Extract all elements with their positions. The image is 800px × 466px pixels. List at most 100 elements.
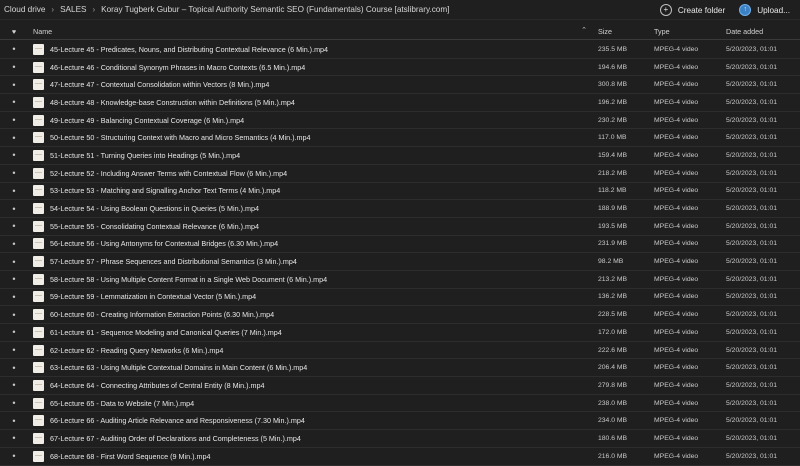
upload-button[interactable]: ↑ Upload... bbox=[739, 4, 790, 16]
create-folder-button[interactable]: + Create folder bbox=[659, 4, 725, 16]
table-row[interactable]: • 48-Lecture 48 - Knowledge-base Construc… bbox=[0, 94, 800, 112]
date-added: 5/20/2023, 01:01 bbox=[726, 364, 778, 372]
file-name-cell[interactable]: 45-Lecture 45 - Predicates, Nouns, and D… bbox=[28, 43, 598, 55]
date-added: 5/20/2023, 01:01 bbox=[726, 45, 778, 53]
file-name-cell[interactable]: 56-Lecture 56 - Using Antonyms for Conte… bbox=[28, 238, 598, 250]
table-row[interactable]: • 64-Lecture 64 - Connecting Attributes o… bbox=[0, 377, 800, 395]
table-row[interactable]: • 66-Lecture 66 - Auditing Article Releva… bbox=[0, 412, 800, 431]
sort-ascending-icon[interactable]: ⌃ bbox=[581, 26, 587, 34]
table-row[interactable]: • 53-Lecture 53 - Matching and Signalling… bbox=[0, 183, 800, 201]
file-name-cell[interactable]: 57-Lecture 57 - Phrase Sequences and Dis… bbox=[28, 256, 598, 268]
table-row[interactable]: • 56-Lecture 56 - Using Antonyms for Cont… bbox=[0, 236, 800, 254]
file-name: 53-Lecture 53 - Matching and Signalling … bbox=[50, 186, 281, 196]
file-type: MPEG-4 video bbox=[654, 169, 699, 177]
file-type: MPEG-4 video bbox=[654, 134, 699, 142]
table-row[interactable]: • 67-Lecture 67 - Auditing Order of Decla… bbox=[0, 430, 800, 448]
file-size: 194.6 MB bbox=[598, 63, 628, 71]
file-name-cell[interactable]: 54-Lecture 54 - Using Boolean Questions … bbox=[28, 203, 598, 215]
size-column-header[interactable]: Size bbox=[598, 27, 654, 36]
file-name-cell[interactable]: 46-Lecture 46 - Conditional Synonym Phra… bbox=[28, 61, 598, 73]
file-size: 213.2 MB bbox=[598, 275, 628, 283]
file-list: • 45-Lecture 45 - Predicates, Nouns, and … bbox=[0, 41, 800, 466]
breadcrumb-sales[interactable]: SALES bbox=[60, 5, 86, 14]
row-status-dot-icon: • bbox=[12, 291, 16, 302]
file-name-cell[interactable]: 48-Lecture 48 - Knowledge-base Construct… bbox=[28, 96, 598, 108]
table-row[interactable]: • 62-Lecture 62 - Reading Query Networks … bbox=[0, 342, 800, 360]
date-added-column-header[interactable]: Date added bbox=[726, 27, 800, 36]
file-size: 196.2 MB bbox=[598, 98, 628, 106]
file-name-cell[interactable]: 64-Lecture 64 - Connecting Attributes of… bbox=[28, 379, 598, 391]
table-row[interactable]: • 61-Lecture 61 - Sequence Modeling and C… bbox=[0, 324, 800, 342]
date-added: 5/20/2023, 01:01 bbox=[726, 151, 778, 159]
table-row[interactable]: • 68-Lecture 68 - First Word Sequence (9 … bbox=[0, 448, 800, 466]
file-name-cell[interactable]: 55-Lecture 55 - Consolidating Contextual… bbox=[28, 220, 598, 232]
file-size: 172.0 MB bbox=[598, 328, 628, 336]
date-added: 5/20/2023, 01:01 bbox=[726, 222, 778, 230]
table-row[interactable]: • 45-Lecture 45 - Predicates, Nouns, and … bbox=[0, 41, 800, 59]
table-row[interactable]: • 54-Lecture 54 - Using Boolean Questions… bbox=[0, 200, 800, 218]
table-row[interactable]: • 59-Lecture 59 - Lemmatization in Contex… bbox=[0, 289, 800, 307]
row-status-dot-icon: • bbox=[12, 327, 16, 338]
file-name-cell[interactable]: 65-Lecture 65 - Data to Website (7 Min.)… bbox=[28, 397, 598, 409]
table-row[interactable]: • 49-Lecture 49 - Balancing Contextual Co… bbox=[0, 112, 800, 130]
date-added: 5/20/2023, 01:01 bbox=[726, 187, 778, 195]
table-row[interactable]: • 46-Lecture 46 - Conditional Synonym Phr… bbox=[0, 59, 800, 77]
file-size: 136.2 MB bbox=[598, 293, 628, 301]
file-name-cell[interactable]: 53-Lecture 53 - Matching and Signalling … bbox=[28, 185, 598, 197]
file-name-cell[interactable]: 67-Lecture 67 - Auditing Order of Declar… bbox=[28, 432, 598, 444]
video-thumbnail-icon bbox=[33, 415, 44, 427]
date-added: 5/20/2023, 01:01 bbox=[726, 169, 778, 177]
table-row[interactable]: • 57-Lecture 57 - Phrase Sequences and Di… bbox=[0, 253, 800, 271]
file-name-cell[interactable]: 59-Lecture 59 - Lemmatization in Context… bbox=[28, 291, 598, 303]
table-row[interactable]: • 58-Lecture 58 - Using Multiple Content … bbox=[0, 271, 800, 289]
date-added: 5/20/2023, 01:01 bbox=[726, 258, 778, 266]
date-added: 5/20/2023, 01:01 bbox=[726, 346, 778, 354]
breadcrumb-cloud-drive[interactable]: Cloud drive bbox=[4, 5, 45, 14]
table-row[interactable]: • 63-Lecture 63 - Using Multiple Contextu… bbox=[0, 359, 800, 378]
table-row[interactable]: • 60-Lecture 60 - Creating Information Ex… bbox=[0, 306, 800, 324]
file-name-cell[interactable]: 50-Lecture 50 - Structuring Context with… bbox=[28, 132, 598, 144]
file-type: MPEG-4 video bbox=[654, 222, 699, 230]
file-name-cell[interactable]: 51-Lecture 51 - Turning Queries into Hea… bbox=[28, 149, 598, 161]
file-name-cell[interactable]: 61-Lecture 61 - Sequence Modeling and Ca… bbox=[28, 326, 598, 338]
video-thumbnail-icon bbox=[33, 432, 44, 444]
table-row[interactable]: • 50-Lecture 50 - Structuring Context wit… bbox=[0, 129, 800, 148]
file-type: MPEG-4 video bbox=[654, 381, 699, 389]
table-row[interactable]: • 47-Lecture 47 - Contextual Consolidatio… bbox=[0, 76, 800, 95]
video-thumbnail-icon bbox=[33, 185, 44, 197]
row-status-dot-icon: • bbox=[12, 345, 16, 356]
file-name-cell[interactable]: 60-Lecture 60 - Creating Information Ext… bbox=[28, 309, 598, 321]
video-thumbnail-icon bbox=[33, 132, 44, 144]
file-name-cell[interactable]: 63-Lecture 63 - Using Multiple Contextua… bbox=[28, 362, 598, 374]
name-column-header[interactable]: Name ⌃ bbox=[28, 27, 598, 36]
favorite-column-icon[interactable]: ♥ bbox=[0, 27, 28, 36]
row-status-dot-icon: • bbox=[12, 380, 16, 391]
file-name-cell[interactable]: 47-Lecture 47 - Contextual Consolidation… bbox=[28, 79, 598, 91]
row-status-dot-icon: • bbox=[12, 362, 16, 373]
file-name-cell[interactable]: 58-Lecture 58 - Using Multiple Content F… bbox=[28, 273, 598, 285]
video-thumbnail-icon bbox=[33, 149, 44, 161]
row-status-dot-icon: • bbox=[12, 185, 16, 196]
file-name-cell[interactable]: 49-Lecture 49 - Balancing Contextual Cov… bbox=[28, 114, 598, 126]
file-name-cell[interactable]: 52-Lecture 52 - Including Answer Terms w… bbox=[28, 167, 598, 179]
table-row[interactable]: • 51-Lecture 51 - Turning Queries into He… bbox=[0, 147, 800, 165]
video-thumbnail-icon bbox=[33, 379, 44, 391]
file-name-cell[interactable]: 62-Lecture 62 - Reading Query Networks (… bbox=[28, 344, 598, 356]
file-name: 47-Lecture 47 - Contextual Consolidation… bbox=[50, 80, 270, 90]
video-thumbnail-icon bbox=[33, 238, 44, 250]
table-header: ♥ Name ⌃ Size Type Date added bbox=[0, 24, 800, 40]
file-name: 58-Lecture 58 - Using Multiple Content F… bbox=[50, 274, 328, 284]
file-name-cell[interactable]: 68-Lecture 68 - First Word Sequence (9 M… bbox=[28, 450, 598, 462]
type-column-header[interactable]: Type bbox=[654, 27, 726, 36]
row-status-dot-icon: • bbox=[12, 415, 16, 426]
table-row[interactable]: • 55-Lecture 55 - Consolidating Contextua… bbox=[0, 218, 800, 236]
table-row[interactable]: • 65-Lecture 65 - Data to Website (7 Min.… bbox=[0, 395, 800, 413]
file-name: 56-Lecture 56 - Using Antonyms for Conte… bbox=[50, 239, 279, 249]
row-status-dot-icon: • bbox=[12, 309, 16, 320]
file-name: 62-Lecture 62 - Reading Query Networks (… bbox=[50, 345, 224, 355]
file-type: MPEG-4 video bbox=[654, 399, 699, 407]
breadcrumb-separator-icon: › bbox=[92, 5, 96, 14]
breadcrumb-current-folder[interactable]: Koray Tugberk Gubur – Topical Authority … bbox=[101, 5, 449, 14]
table-row[interactable]: • 52-Lecture 52 - Including Answer Terms … bbox=[0, 165, 800, 183]
file-name-cell[interactable]: 66-Lecture 66 - Auditing Article Relevan… bbox=[28, 415, 598, 427]
